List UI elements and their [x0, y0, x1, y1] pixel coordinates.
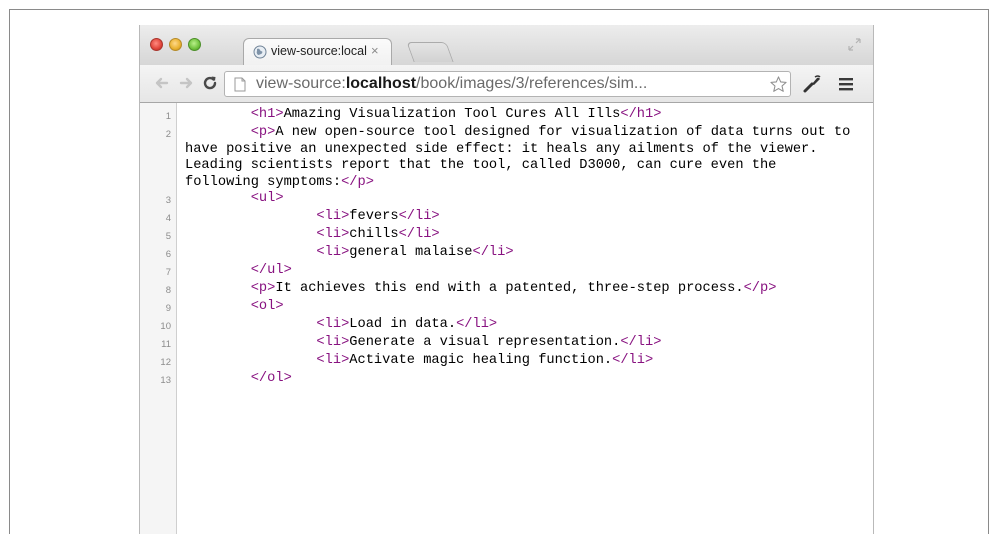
source-line: 12 <li>Activate magic healing function.<… [140, 353, 873, 371]
forward-arrow-icon[interactable] [179, 75, 195, 91]
source-line: 8 <p>It achieves this end with a patente… [140, 281, 873, 299]
line-number: 9 [165, 303, 171, 314]
html-tag: <h1> [250, 107, 284, 122]
line-number: 6 [165, 249, 171, 260]
source-line: 13 </ol> [140, 371, 873, 389]
tab-close-icon[interactable]: × [371, 43, 379, 58]
source-line: 2 <p>A new open-source tool designed for… [140, 125, 873, 191]
line-code: <p>It achieves this end with a patented,… [177, 281, 855, 299]
line-number: 7 [165, 267, 171, 278]
text-content: fevers [349, 209, 399, 224]
address-bar[interactable]: view-source:localhost/book/images/3/refe… [224, 71, 791, 97]
back-arrow-icon[interactable] [153, 75, 169, 91]
close-window-button[interactable] [150, 38, 163, 51]
view-source-content: 1 <h1>Amazing Visualization Tool Cures A… [140, 103, 873, 534]
text-content: general malaise [349, 245, 473, 260]
source-line: 4 <li>fevers</li> [140, 209, 873, 227]
html-tag: <ul> [250, 191, 284, 206]
html-tag: <li> [316, 245, 350, 260]
line-number: 3 [165, 195, 171, 206]
html-tag: </ul> [250, 263, 292, 278]
line-number: 5 [165, 231, 171, 242]
html-tag: <li> [316, 227, 350, 242]
html-tag: </li> [612, 353, 654, 368]
line-code: </ul> [177, 263, 855, 281]
line-number: 10 [160, 321, 171, 332]
text-content: Generate a visual representation. [349, 335, 621, 350]
title-bar: view-source:localhost/book × [140, 25, 873, 65]
line-code: <p>A new open-source tool designed for v… [177, 125, 855, 191]
text-content: Activate magic healing function. [349, 353, 613, 368]
url-text[interactable]: view-source:localhost/book/images/3/refe… [256, 75, 647, 93]
line-number: 1 [165, 111, 171, 122]
line-number: 8 [165, 285, 171, 296]
html-tag: <li> [316, 317, 350, 332]
line-code: <h1>Amazing Visualization Tool Cures All… [177, 107, 855, 125]
url-host: localhost [345, 75, 417, 92]
source-line: 1 <h1>Amazing Visualization Tool Cures A… [140, 107, 873, 125]
line-code: <li>Load in data.</li> [177, 317, 855, 335]
page-icon [234, 77, 246, 92]
text-content: Amazing Visualization Tool Cures All Ill… [283, 107, 621, 122]
source-line: 9 <ol> [140, 299, 873, 317]
source-line: 3 <ul> [140, 191, 873, 209]
source-line: 7 </ul> [140, 263, 873, 281]
new-tab-button[interactable] [406, 42, 454, 62]
line-number: 13 [160, 375, 171, 386]
html-tag: <li> [316, 209, 350, 224]
line-code: <li>general malaise</li> [177, 245, 855, 263]
star-icon[interactable] [769, 75, 788, 94]
text-content: It achieves this end with a patented, th… [275, 281, 744, 296]
source-line: 6 <li>general malaise</li> [140, 245, 873, 263]
toolbar: view-source:localhost/book/images/3/refe… [140, 65, 873, 103]
html-tag: </p> [341, 174, 374, 190]
source-line: 10 <li>Load in data.</li> [140, 317, 873, 335]
tab-view-source[interactable]: view-source:localhost/book × [243, 38, 392, 65]
html-tag: </h1> [620, 107, 662, 122]
browser-window: view-source:localhost/book × view-source… [139, 25, 874, 534]
text-content: chills [349, 227, 399, 242]
html-tag: <li> [316, 335, 350, 350]
html-tag: </li> [472, 245, 514, 260]
line-code: <ul> [177, 191, 855, 209]
html-tag: </li> [620, 335, 662, 350]
wrench-icon[interactable] [802, 74, 822, 94]
line-number: 12 [160, 357, 171, 368]
line-code: <li>chills</li> [177, 227, 855, 245]
html-tag: </ol> [250, 371, 292, 386]
source-line: 11 <li>Generate a visual representation.… [140, 335, 873, 353]
hamburger-menu-icon[interactable] [838, 76, 854, 92]
globe-icon [253, 45, 267, 59]
line-code: <li>Activate magic healing function.</li… [177, 353, 855, 371]
line-number: 2 [165, 129, 171, 140]
text-content: A new open-source tool designed for visu… [185, 125, 859, 190]
line-code: <li>Generate a visual representation.</l… [177, 335, 855, 353]
html-tag: </li> [456, 317, 498, 332]
html-tag: </li> [398, 209, 440, 224]
line-code: <ol> [177, 299, 855, 317]
html-tag: <p> [250, 125, 276, 140]
html-tag: <ol> [250, 299, 284, 314]
html-tag: <li> [316, 353, 350, 368]
html-tag: </p> [743, 281, 777, 296]
reload-icon[interactable] [202, 75, 218, 91]
html-tag: <p> [250, 281, 276, 296]
html-tag: </li> [398, 227, 440, 242]
text-content: Load in data. [349, 317, 457, 332]
tab-title: view-source:localhost/book [271, 44, 367, 58]
line-code: <li>fevers</li> [177, 209, 855, 227]
zoom-window-button[interactable] [188, 38, 201, 51]
minimize-window-button[interactable] [169, 38, 182, 51]
fullscreen-icon[interactable] [848, 38, 861, 51]
source-line: 5 <li>chills</li> [140, 227, 873, 245]
line-code: </ol> [177, 371, 855, 389]
source-code: 1 <h1>Amazing Visualization Tool Cures A… [140, 107, 873, 389]
line-number: 11 [161, 339, 171, 350]
line-number: 4 [165, 213, 171, 224]
